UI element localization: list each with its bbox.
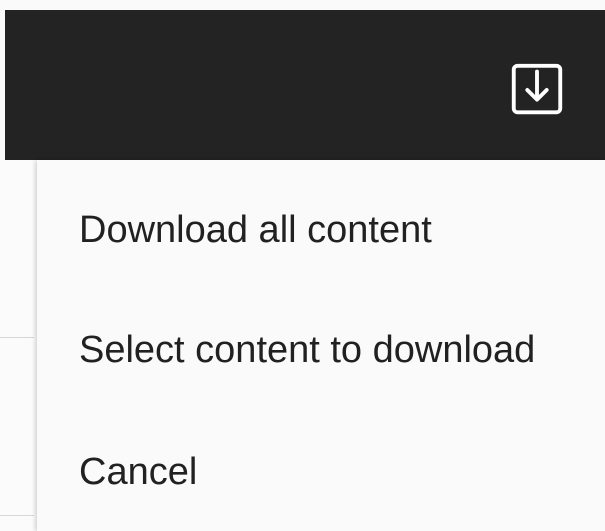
download-icon bbox=[506, 58, 568, 120]
menu-item-label: Cancel bbox=[79, 450, 198, 493]
top-app-bar bbox=[5, 10, 605, 160]
menu-item-download-all[interactable]: Download all content bbox=[37, 190, 605, 270]
list-divider bbox=[0, 515, 34, 516]
menu-item-label: Select content to download bbox=[79, 328, 536, 371]
menu-item-select-content[interactable]: Select content to download bbox=[37, 310, 605, 390]
download-button[interactable] bbox=[505, 57, 569, 121]
background-list-edge bbox=[0, 160, 40, 531]
list-divider bbox=[0, 337, 34, 338]
menu-item-cancel[interactable]: Cancel bbox=[37, 432, 605, 512]
screen: Download all content Select content to d… bbox=[0, 0, 605, 531]
menu-item-label: Download all content bbox=[79, 208, 432, 251]
download-options-menu: Download all content Select content to d… bbox=[37, 160, 605, 531]
